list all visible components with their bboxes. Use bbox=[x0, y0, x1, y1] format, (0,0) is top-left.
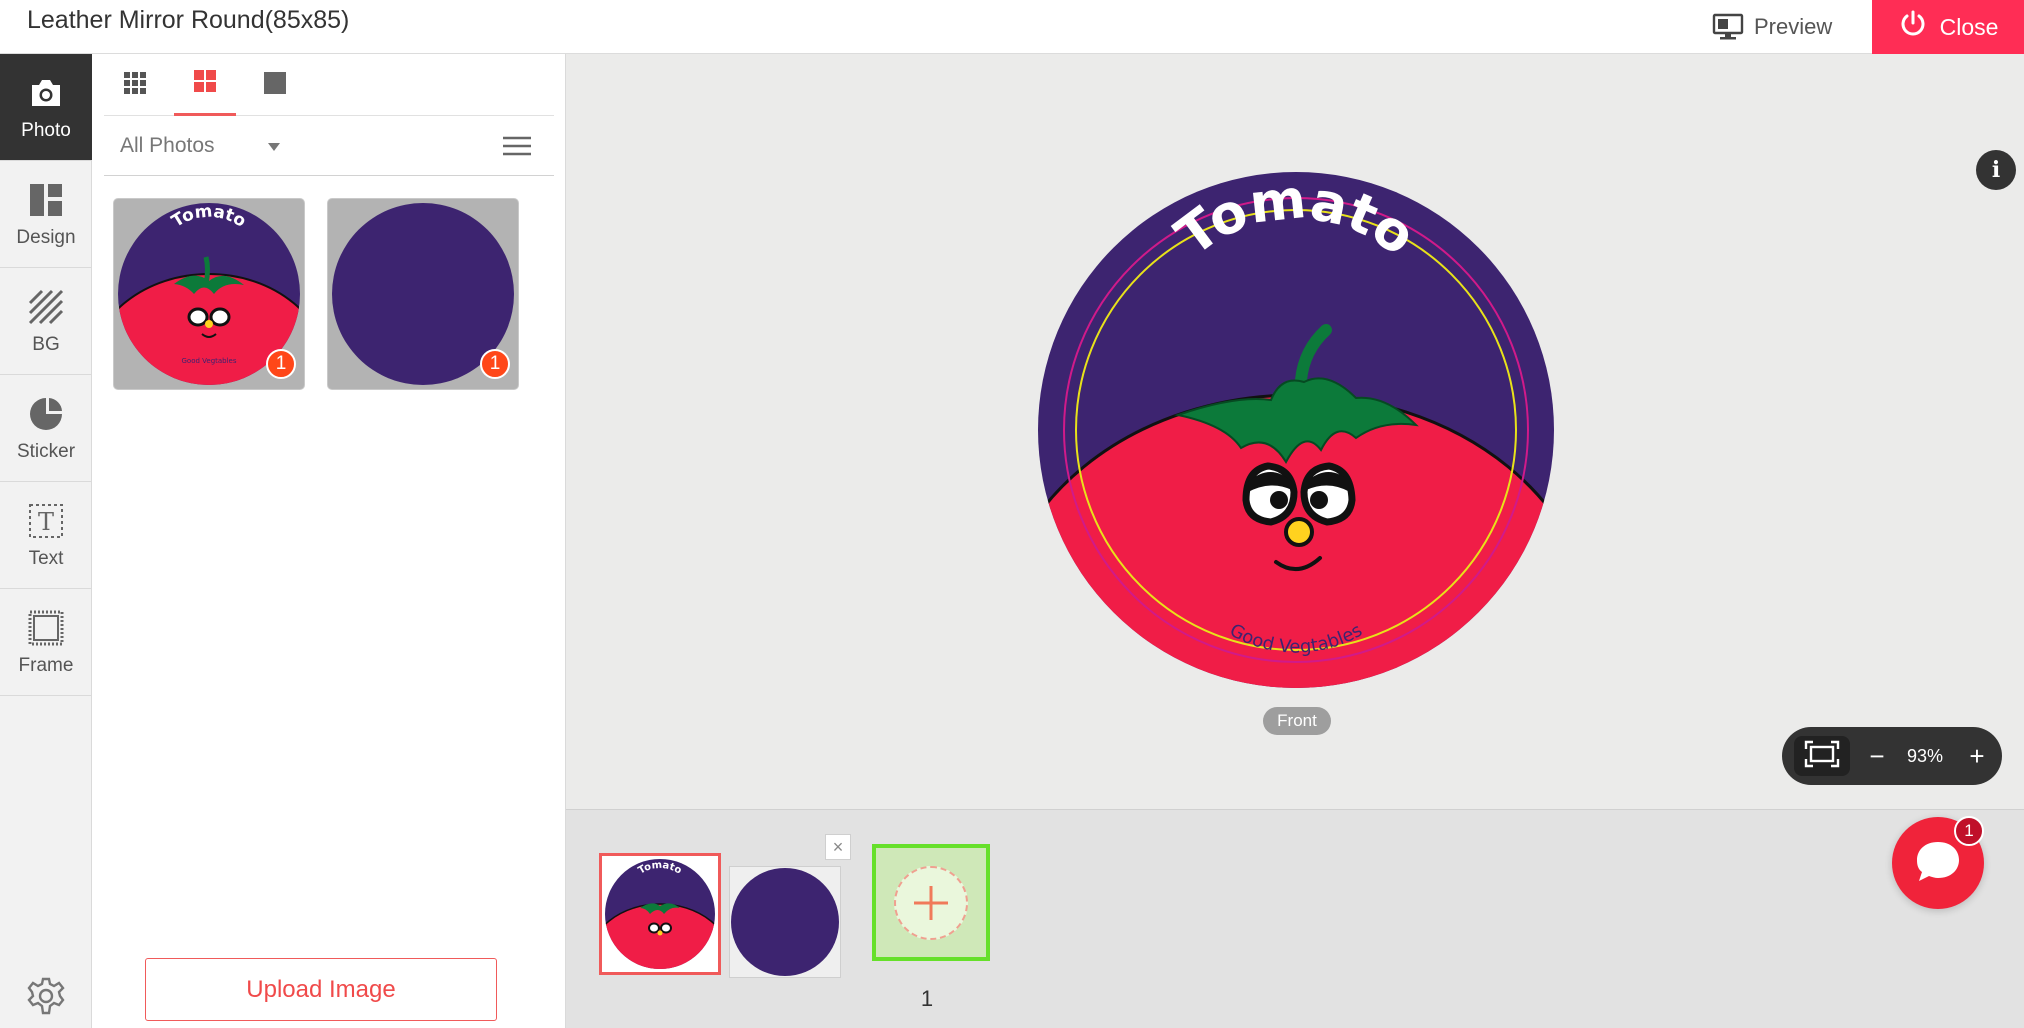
caret-down-icon bbox=[267, 134, 281, 158]
sidebar-item-label: Text bbox=[28, 548, 64, 569]
chat-bubble-icon bbox=[1913, 838, 1963, 889]
sidebar-item-label: Sticker bbox=[16, 441, 76, 462]
sidebar-item-label: Frame bbox=[18, 655, 74, 676]
frame-icon bbox=[25, 607, 67, 649]
layout-icon bbox=[25, 179, 67, 221]
album-filter-value: All Photos bbox=[120, 134, 215, 157]
photo-panel: All Photos Tomato Good Vegtables 1 1 Upl… bbox=[92, 54, 566, 1028]
upload-image-button[interactable]: Upload Image bbox=[145, 958, 497, 1021]
usage-count-badge: 1 bbox=[266, 349, 296, 379]
info-icon[interactable]: i bbox=[1976, 150, 2016, 190]
sidebar-item-text[interactable]: T Text bbox=[0, 482, 92, 589]
sidebar-item-design[interactable]: Design bbox=[0, 161, 92, 268]
sidebar-item-label: BG bbox=[32, 334, 60, 355]
grid-small-icon bbox=[123, 71, 147, 100]
sticker-icon bbox=[25, 393, 67, 435]
fit-to-screen-button[interactable] bbox=[1794, 736, 1850, 776]
add-page-button[interactable] bbox=[872, 844, 990, 961]
remove-page-button[interactable]: × bbox=[825, 834, 851, 860]
preview-button[interactable]: Preview bbox=[1712, 0, 1832, 54]
tab-grid-medium[interactable] bbox=[174, 54, 236, 116]
preview-label: Preview bbox=[1754, 14, 1833, 39]
tool-sidebar: Photo Design BG Sticker T Text Frame bbox=[0, 54, 92, 1028]
sidebar-item-label: Design bbox=[16, 227, 76, 248]
grid-medium-icon bbox=[193, 69, 217, 98]
hatch-icon bbox=[25, 286, 67, 328]
sidebar-item-sticker[interactable]: Sticker bbox=[0, 375, 92, 482]
svg-text:T: T bbox=[38, 508, 54, 536]
monitor-icon bbox=[1712, 13, 1744, 41]
grid-large-icon bbox=[263, 71, 287, 100]
view-size-tabs bbox=[104, 54, 554, 116]
zoom-control: − 93% + bbox=[1782, 727, 2002, 785]
usage-count-badge: 1 bbox=[480, 349, 510, 379]
photo-thumb-purple-circle[interactable]: 1 bbox=[327, 198, 519, 390]
zoom-level: 93% bbox=[1906, 745, 1944, 766]
chat-notification-badge: 1 bbox=[1954, 816, 1984, 846]
photo-thumb-tomato[interactable]: Tomato Good Vegtables 1 bbox=[113, 198, 305, 390]
page-thumb-front[interactable]: Tomato bbox=[599, 853, 721, 975]
sidebar-item-photo[interactable]: Photo bbox=[0, 54, 92, 161]
photo-filter-row: All Photos bbox=[104, 116, 554, 176]
camera-icon bbox=[25, 72, 67, 114]
close-label: Close bbox=[1939, 13, 1999, 40]
gear-icon bbox=[26, 977, 66, 1020]
sidebar-item-label: Photo bbox=[21, 120, 71, 141]
fit-screen-icon bbox=[1804, 740, 1840, 773]
product-title: Leather Mirror Round(85x85) bbox=[27, 6, 350, 34]
power-icon bbox=[1898, 9, 1928, 45]
zoom-in-button[interactable]: + bbox=[1962, 727, 1992, 785]
design-canvas-front[interactable]: Tomato Good Vegtables bbox=[1036, 170, 1556, 690]
top-bar: Leather Mirror Round(85x85) Preview Clos… bbox=[0, 0, 2024, 54]
page-back-preview bbox=[731, 868, 839, 976]
plus-icon bbox=[894, 865, 968, 940]
tab-grid-small[interactable] bbox=[104, 54, 166, 116]
hamburger-menu-icon[interactable] bbox=[502, 135, 532, 157]
tab-grid-large[interactable] bbox=[244, 54, 306, 116]
sidebar-item-frame[interactable]: Frame bbox=[0, 589, 92, 696]
canvas-side-label: Front bbox=[1263, 707, 1331, 735]
page-thumb-back[interactable] bbox=[729, 866, 841, 978]
svg-text:Good Vegtables: Good Vegtables bbox=[181, 357, 236, 365]
sidebar-item-bg[interactable]: BG bbox=[0, 268, 92, 375]
zoom-out-button[interactable]: − bbox=[1862, 727, 1892, 785]
text-icon: T bbox=[25, 500, 67, 542]
settings-button[interactable] bbox=[26, 976, 66, 1016]
close-button[interactable]: Close bbox=[1872, 0, 2024, 54]
page-front-preview: Tomato bbox=[605, 859, 715, 969]
album-filter-select[interactable]: All Photos bbox=[120, 116, 281, 176]
page-number: 1 bbox=[920, 986, 934, 1011]
